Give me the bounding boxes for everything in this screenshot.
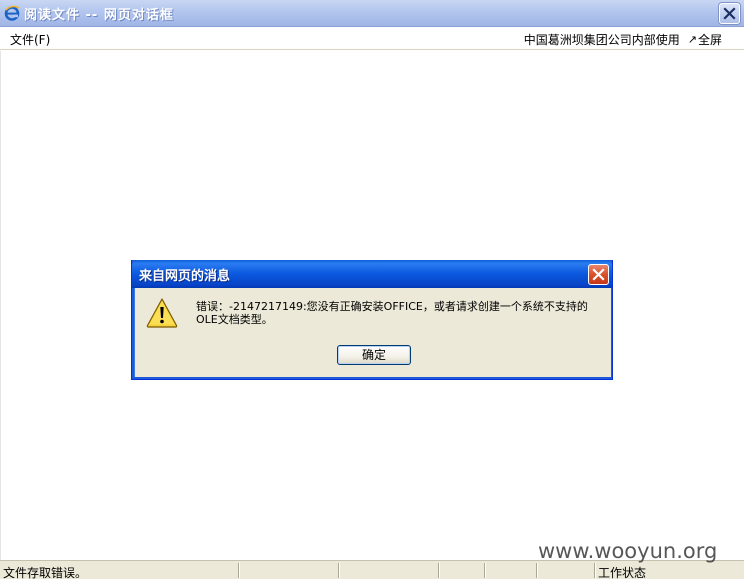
- internal-use-label: 中国葛洲坝集团公司内部使用: [523, 33, 680, 47]
- status-divider: [484, 563, 486, 578]
- close-icon: [592, 268, 605, 281]
- menubar: 文件(F) 中国葛洲坝集团公司内部使用 ↗ 全屏: [0, 27, 744, 50]
- ok-button[interactable]: 确定: [337, 345, 411, 365]
- message-text: 错误：-2147217149:您没有正确安装OFFICE，或者请求创建一个系统不…: [196, 300, 608, 326]
- message-line-1: 错误：-2147217149:您没有正确安装OFFICE，或者请求创建一个系统不…: [196, 300, 588, 313]
- window-close-button[interactable]: [719, 3, 740, 24]
- watermark: www.wooyun.org: [538, 539, 718, 563]
- message-close-button[interactable]: [588, 264, 609, 285]
- fullscreen-button[interactable]: ↗ 全屏: [688, 31, 722, 48]
- message-line-2: OLE文档类型。: [196, 313, 273, 326]
- file-menu[interactable]: 文件(F): [10, 31, 50, 48]
- status-message: 文件存取错误。: [3, 566, 88, 580]
- close-icon: [723, 7, 736, 20]
- status-divider: [536, 563, 538, 578]
- status-divider: [338, 563, 340, 578]
- message-dialog: 来自网页的消息 错误：-2147217149:您没有正确安装OFFICE，或者请…: [131, 260, 613, 380]
- message-dialog-body: 错误：-2147217149:您没有正确安装OFFICE，或者请求创建一个系统不…: [135, 288, 611, 377]
- status-divider: [594, 563, 596, 578]
- window-title: 阅读文件 -- 网页对话框: [24, 8, 174, 23]
- message-dialog-title: 来自网页的消息: [139, 269, 231, 284]
- status-divider: [238, 563, 240, 578]
- fullscreen-label: 全屏: [697, 33, 722, 47]
- ie-icon: [4, 5, 20, 21]
- status-divider: [438, 563, 440, 578]
- expand-arrow-icon: ↗: [687, 33, 697, 46]
- window-titlebar[interactable]: 阅读文件 -- 网页对话框: [0, 0, 744, 27]
- menubar-right: 中国葛洲坝集团公司内部使用 ↗ 全屏: [524, 31, 722, 48]
- dialog-window: 阅读文件 -- 网页对话框 文件(F) 中国葛洲坝集团公司内部使用 ↗ 全屏 来…: [0, 0, 744, 580]
- status-work-state: 工作状态: [598, 566, 647, 580]
- warning-icon: [146, 298, 178, 328]
- message-dialog-titlebar[interactable]: 来自网页的消息: [132, 260, 612, 288]
